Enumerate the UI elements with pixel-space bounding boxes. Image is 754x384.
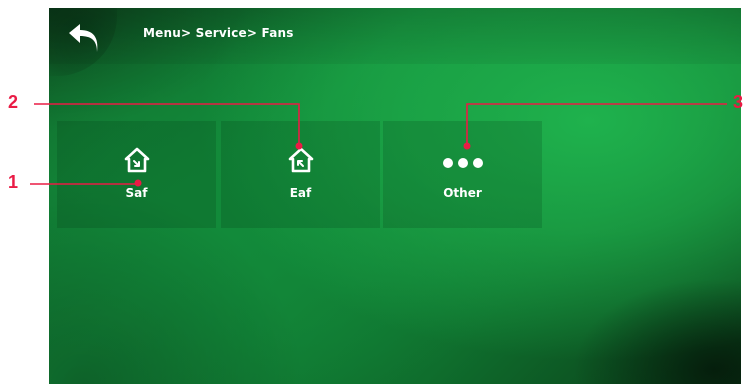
touch-screen: Menu> Service> Fans Saf Eaf Other <box>49 8 741 384</box>
dot <box>442 158 453 168</box>
callout-number-2: 2 <box>8 92 19 112</box>
callout-number-3: 3 <box>733 92 744 112</box>
back-arrow-icon <box>69 24 98 52</box>
callout-number-1: 1 <box>8 172 19 192</box>
dot <box>472 158 483 168</box>
eaf-label: Eaf <box>289 186 312 200</box>
saf-fan-tile[interactable]: Saf <box>57 121 216 228</box>
eaf-fan-tile[interactable]: Eaf <box>221 121 380 228</box>
breadcrumb: Menu> Service> Fans <box>143 26 294 40</box>
figure: Menu> Service> Fans Saf Eaf Other 1 2 3 <box>0 0 754 384</box>
dot <box>457 158 468 168</box>
back-button[interactable] <box>49 8 117 76</box>
other-tile[interactable]: Other <box>383 121 542 228</box>
more-dots-icon <box>442 158 483 168</box>
saf-label: Saf <box>125 186 148 200</box>
house-extract-air-icon <box>288 147 313 173</box>
house-supply-air-icon <box>124 147 149 173</box>
other-label: Other <box>443 186 482 200</box>
